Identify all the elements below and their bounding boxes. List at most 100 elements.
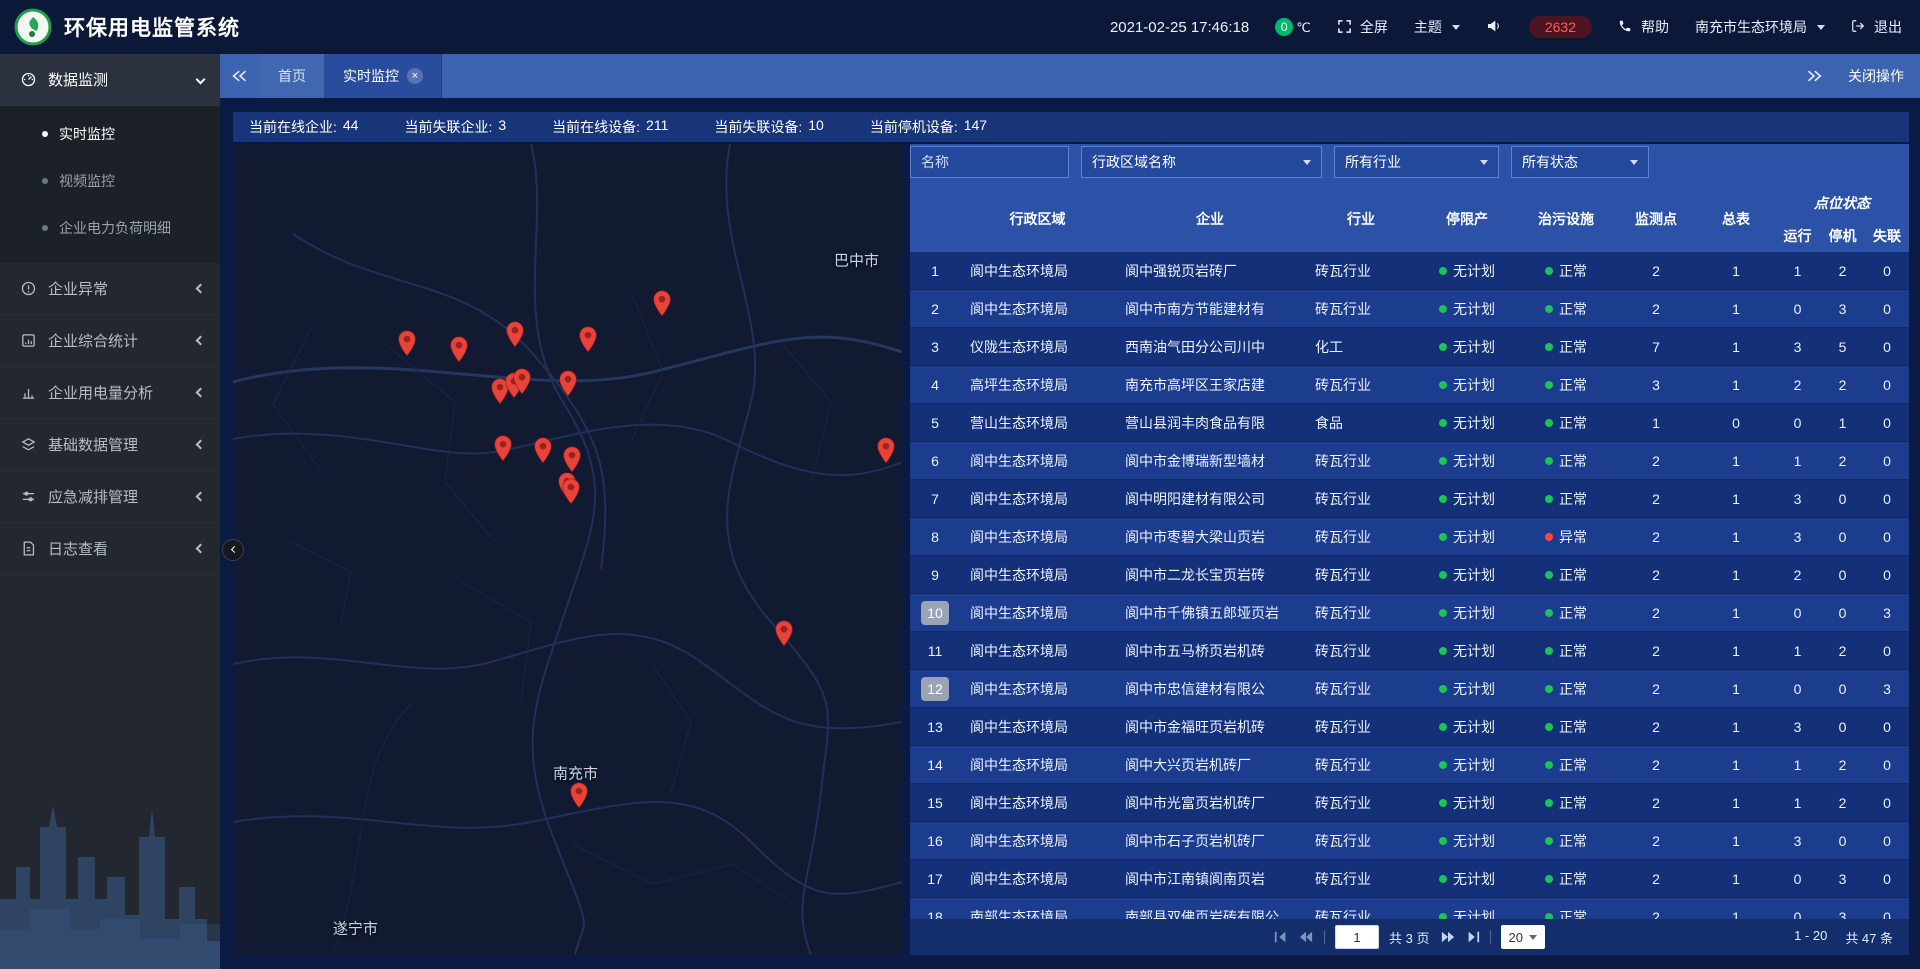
sidebar-item-video-monitoring[interactable]: 视频监控 <box>0 157 220 204</box>
map-pins-layer: 巴中市南充市遂宁市 <box>233 144 902 955</box>
sidebar-item-log-view[interactable]: 日志查看 <box>0 523 220 575</box>
sidebar-item-base-data[interactable]: 基础数据管理 <box>0 419 220 471</box>
sidebar-item-data-monitoring[interactable]: 数据监测 <box>0 54 220 106</box>
temperature-indicator: 0 ℃ <box>1275 18 1311 36</box>
logout-icon <box>1851 19 1868 36</box>
scroll-tabs-right-button[interactable] <box>1794 69 1834 83</box>
stat-item: 当前停机设备:147 <box>870 117 987 137</box>
stat-item: 当前失联企业:3 <box>404 117 506 137</box>
table-row[interactable]: 6阆中生态环境局阆中市金博瑞新型墙材砖瓦行业无计划正常21120 <box>910 442 1909 480</box>
tab-home[interactable]: 首页 <box>260 54 325 98</box>
status-dot <box>1439 609 1447 617</box>
chevron-down-icon <box>1303 160 1311 165</box>
table-row[interactable]: 10阆中生态环境局阆中市千佛镇五郎垭页岩砖瓦行业无计划正常21003 <box>910 594 1909 632</box>
map-pin[interactable] <box>569 782 588 809</box>
map-pin[interactable] <box>397 330 416 357</box>
map-pin[interactable] <box>561 478 580 505</box>
region-filter-select[interactable]: 行政区域名称 <box>1081 146 1322 178</box>
status-dot <box>1439 837 1447 845</box>
map-pin[interactable] <box>562 446 581 473</box>
page-size-select[interactable]: 20 <box>1501 925 1545 949</box>
map-pin[interactable] <box>494 435 513 462</box>
column-header-points: 监测点 <box>1615 186 1697 252</box>
map-pin[interactable] <box>578 326 597 353</box>
pagination-bar: 共 3 页 20 <box>910 919 1909 955</box>
table-row[interactable]: 7阆中生态环境局阆中明阳建材有限公司砖瓦行业无计划正常21300 <box>910 480 1909 518</box>
table-row[interactable]: 3仪陇生态环境局西南油气田分公司川中化工无计划正常71350 <box>910 328 1909 366</box>
sliders-icon <box>20 488 37 505</box>
map-pin[interactable] <box>506 321 525 348</box>
sidebar-item-enterprise-anomaly[interactable]: 企业异常 <box>0 263 220 315</box>
column-header-limit: 停限产 <box>1417 186 1517 252</box>
total-count-label: 共 47 条 <box>1845 928 1893 947</box>
table-row[interactable]: 18南部生态环境局南部县双佛页岩砖有限公砖瓦行业无计划正常21030 <box>910 898 1909 919</box>
status-dot <box>1545 875 1553 883</box>
map-pin[interactable] <box>450 336 469 363</box>
alert-count-badge[interactable]: 2632 <box>1529 16 1592 38</box>
map-pin[interactable] <box>876 437 895 464</box>
table-header: 行政区域 企业 行业 停限产 治污设施 监测点 总表 点位状态 运行 停机 失联 <box>910 186 1909 252</box>
first-page-button[interactable] <box>1274 930 1288 944</box>
close-operations-dropdown[interactable]: 关闭操作 <box>1848 66 1904 86</box>
sidebar-item-power-load-detail[interactable]: 企业电力负荷明细 <box>0 204 220 251</box>
tab-realtime-monitoring[interactable]: 实时监控 × <box>325 54 442 98</box>
theme-dropdown[interactable]: 主题 <box>1414 17 1460 37</box>
map-pin[interactable] <box>534 437 553 464</box>
logout-button[interactable]: 退出 <box>1851 17 1902 37</box>
map-canvas[interactable]: 巴中市南充市遂宁市 <box>233 144 902 955</box>
table-row[interactable]: 1阆中生态环境局阆中强锐页岩砖厂砖瓦行业无计划正常21120 <box>910 252 1909 290</box>
fullscreen-button[interactable]: 全屏 <box>1337 17 1388 37</box>
map-city-label: 遂宁市 <box>333 918 378 939</box>
table-row[interactable]: 13阆中生态环境局阆中市金福旺页岩机砖砖瓦行业无计划正常21300 <box>910 708 1909 746</box>
industry-filter-select[interactable]: 所有行业 <box>1334 146 1499 178</box>
temperature-badge: 0 <box>1275 18 1293 36</box>
sidebar-submenu: 实时监控 视频监控 企业电力负荷明细 <box>0 106 220 263</box>
table-row[interactable]: 11阆中生态环境局阆中市五马桥页岩机砖砖瓦行业无计划正常21120 <box>910 632 1909 670</box>
table-row[interactable]: 8阆中生态环境局阆中市枣碧大梁山页岩砖瓦行业无计划异常21300 <box>910 518 1909 556</box>
tab-bar: 首页 实时监控 × 关闭操作 <box>220 54 1920 98</box>
tab-close-icon[interactable]: × <box>407 68 423 84</box>
map-pin[interactable] <box>559 370 578 397</box>
status-filter-select[interactable]: 所有状态 <box>1511 146 1649 178</box>
sidebar-item-realtime-monitoring[interactable]: 实时监控 <box>0 110 220 157</box>
sidebar-item-power-analysis[interactable]: 企业用电量分析 <box>0 367 220 419</box>
collapse-map-button[interactable] <box>222 539 244 561</box>
scroll-tabs-left-button[interactable] <box>220 54 260 98</box>
map-pin[interactable] <box>653 290 672 317</box>
table-row[interactable]: 12阆中生态环境局阆中市忠信建材有限公砖瓦行业无计划正常21003 <box>910 670 1909 708</box>
status-dot <box>1439 761 1447 769</box>
next-page-button[interactable] <box>1440 930 1456 944</box>
status-dot <box>1439 495 1447 503</box>
chevron-left-icon <box>196 388 206 398</box>
table-row[interactable]: 4高坪生态环境局南充市高坪区王家店建砖瓦行业无计划正常31220 <box>910 366 1909 404</box>
org-dropdown[interactable]: 南充市生态环境局 <box>1695 17 1825 37</box>
table-row[interactable]: 9阆中生态环境局阆中市二龙长宝页岩砖砖瓦行业无计划正常21200 <box>910 556 1909 594</box>
status-dot <box>1545 267 1553 275</box>
status-dot <box>1439 799 1447 807</box>
column-header-facility: 治污设施 <box>1517 186 1615 252</box>
layers-icon <box>20 436 37 453</box>
table-row[interactable]: 5营山生态环境局营山县润丰肉食品有限食品无计划正常10010 <box>910 404 1909 442</box>
table-row[interactable]: 17阆中生态环境局阆中市江南镇阆南页岩砖瓦行业无计划正常21030 <box>910 860 1909 898</box>
sidebar-item-label: 数据监测 <box>48 69 186 90</box>
map-pin[interactable] <box>775 620 794 647</box>
status-dot <box>1545 571 1553 579</box>
map-pin[interactable] <box>513 368 532 395</box>
announcement-button[interactable] <box>1486 19 1503 36</box>
chevron-down-icon <box>1630 160 1638 165</box>
prev-page-button[interactable] <box>1298 930 1314 944</box>
bar-chart-icon <box>20 384 37 401</box>
table-row[interactable]: 15阆中生态环境局阆中市光富页岩机砖厂砖瓦行业无计划正常21120 <box>910 784 1909 822</box>
table-row[interactable]: 16阆中生态环境局阆中市石子页岩机砖厂砖瓦行业无计划正常21300 <box>910 822 1909 860</box>
table-row[interactable]: 14阆中生态环境局阆中大兴页岩机砖厂砖瓦行业无计划正常21120 <box>910 746 1909 784</box>
sidebar-item-enterprise-statistics[interactable]: 企业综合统计 <box>0 315 220 367</box>
column-header-meters: 总表 <box>1697 186 1775 252</box>
stat-item: 当前在线设备:211 <box>552 117 668 137</box>
last-page-button[interactable] <box>1466 930 1480 944</box>
table-row[interactable]: 2阆中生态环境局阆中市南方节能建材有砖瓦行业无计划正常21030 <box>910 290 1909 328</box>
map-city-label: 南充市 <box>553 763 598 784</box>
page-number-input[interactable] <box>1335 925 1379 949</box>
help-button[interactable]: 帮助 <box>1618 17 1669 37</box>
sidebar-item-emission-management[interactable]: 应急减排管理 <box>0 471 220 523</box>
name-filter-input[interactable] <box>910 146 1069 178</box>
